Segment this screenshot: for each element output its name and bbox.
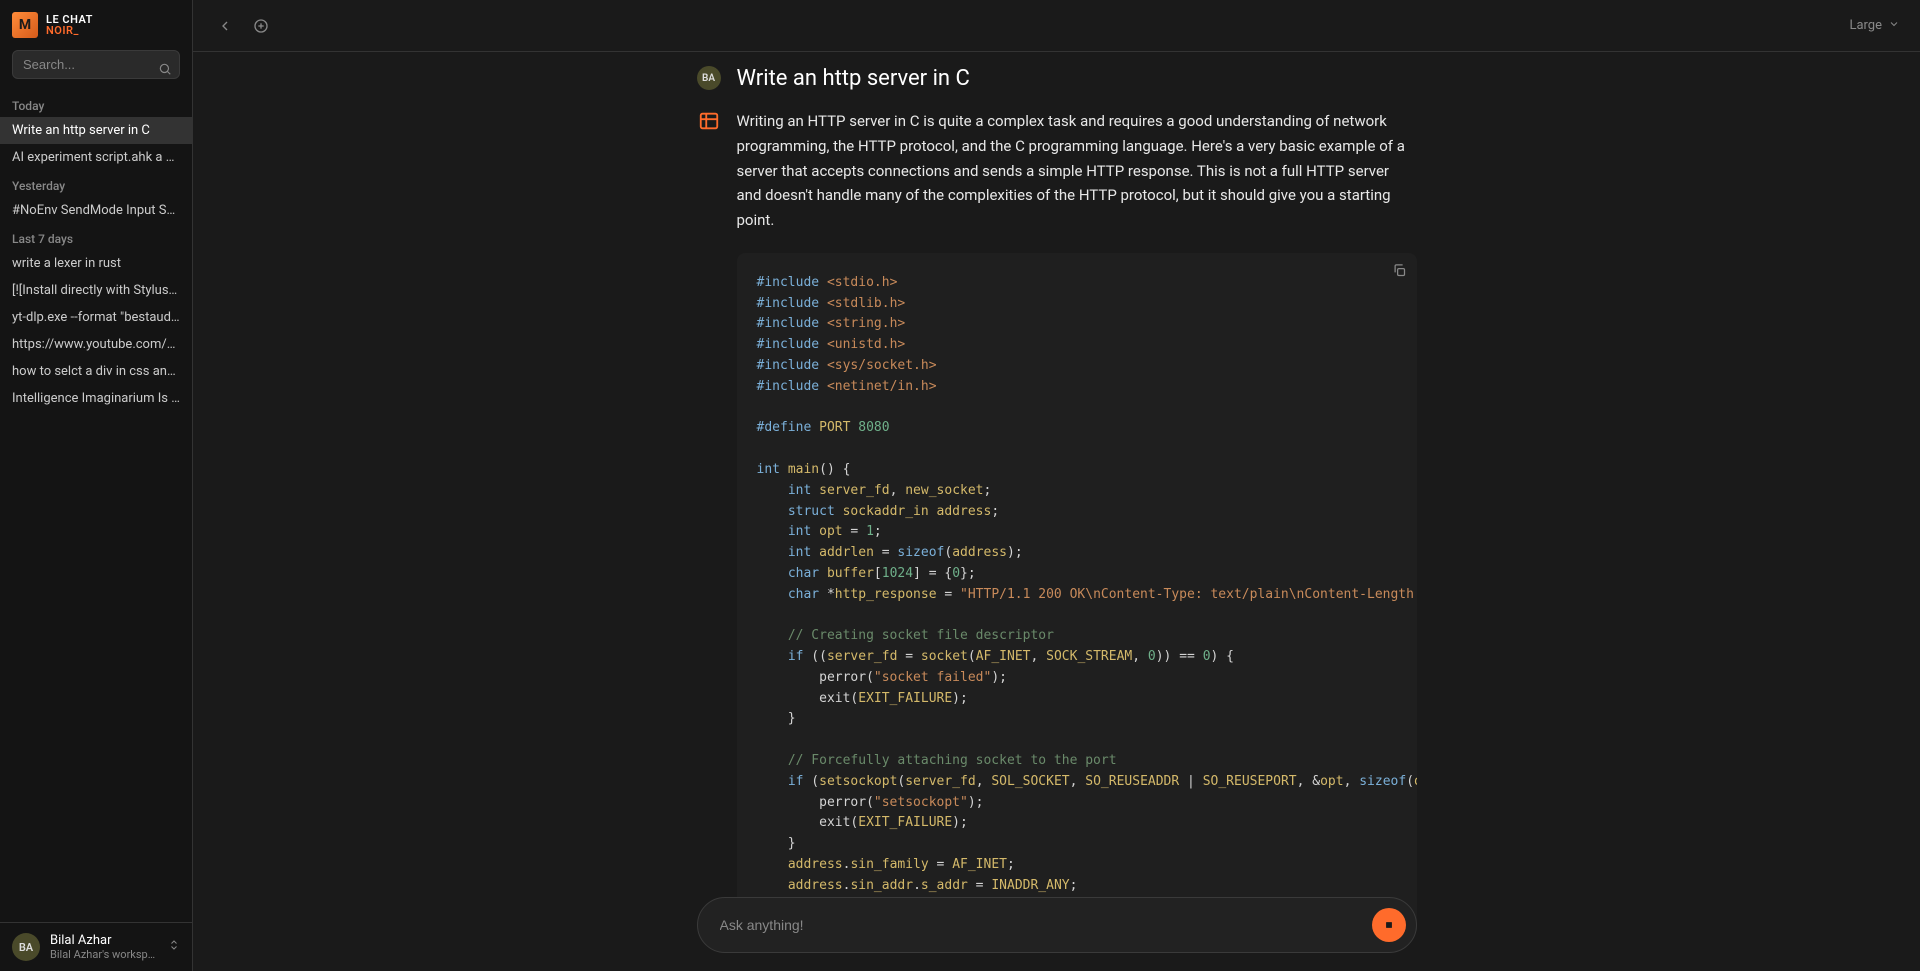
- section-label: Last 7 days: [0, 224, 192, 250]
- prompt-input[interactable]: [718, 916, 1372, 934]
- user-workspace: Bilal Azhar's workspace: [50, 948, 158, 961]
- user-footer[interactable]: BA Bilal Azhar Bilal Azhar's workspace: [0, 922, 192, 971]
- user-message: BA Write an http server in C: [697, 66, 1417, 95]
- main: Large BA Write an http server in C: [193, 0, 1920, 971]
- chevron-down-icon: [1888, 18, 1900, 34]
- sidebar: M LE CHAT NOIR_ Today Write an http serv…: [0, 0, 193, 971]
- user-name: Bilal Azhar: [50, 933, 158, 948]
- send-button[interactable]: [1372, 908, 1406, 942]
- chat-item[interactable]: write a lexer in rust: [0, 250, 192, 277]
- chat-item[interactable]: Write an http server in C: [0, 117, 192, 144]
- code-content: #include <stdio.h> #include <stdlib.h> #…: [737, 253, 1417, 938]
- back-button[interactable]: [213, 14, 237, 38]
- avatar: BA: [12, 933, 40, 961]
- topbar: Large: [193, 0, 1920, 52]
- chat-item[interactable]: #NoEnv SendMode Input Set...: [0, 197, 192, 224]
- assistant-message: Writing an HTTP server in C is quite a c…: [697, 109, 1417, 957]
- new-chat-button[interactable]: [249, 14, 273, 38]
- code-block: #include <stdio.h> #include <stdlib.h> #…: [737, 253, 1417, 938]
- chat-list: Today Write an http server in C AI exper…: [0, 91, 192, 922]
- chat-item[interactable]: Intelligence Imaginarium Is t...: [0, 385, 192, 412]
- brand-bot: NOIR_: [46, 25, 93, 36]
- section-label: Today: [0, 91, 192, 117]
- chat-item[interactable]: AI experiment script.ahk a w...: [0, 144, 192, 171]
- user-prompt-text: Write an http server in C: [737, 66, 1417, 91]
- expand-icon: [168, 939, 180, 955]
- chat-item[interactable]: [![Install directly with Stylus](...: [0, 277, 192, 304]
- section-label: Yesterday: [0, 171, 192, 197]
- brand-glyph: M: [12, 12, 38, 38]
- model-label: Large: [1849, 18, 1882, 33]
- prompt-bar: [697, 897, 1417, 953]
- chat-item[interactable]: https://www.youtube.com/pl...: [0, 331, 192, 358]
- content-scroll[interactable]: BA Write an http server in C: [193, 52, 1920, 971]
- brand-text: LE CHAT NOIR_: [46, 14, 93, 36]
- assistant-paragraph: Writing an HTTP server in C is quite a c…: [737, 109, 1417, 233]
- chat-item[interactable]: yt-dlp.exe --format "bestaudi...: [0, 304, 192, 331]
- bot-avatar: [697, 109, 721, 133]
- search-input[interactable]: [12, 50, 180, 79]
- user-avatar: BA: [697, 66, 721, 90]
- chat-item[interactable]: how to selct a div in css and i...: [0, 358, 192, 385]
- copy-button[interactable]: [1392, 263, 1407, 282]
- model-selector[interactable]: Large: [1849, 18, 1900, 34]
- brand-logo[interactable]: M LE CHAT NOIR_: [0, 12, 192, 50]
